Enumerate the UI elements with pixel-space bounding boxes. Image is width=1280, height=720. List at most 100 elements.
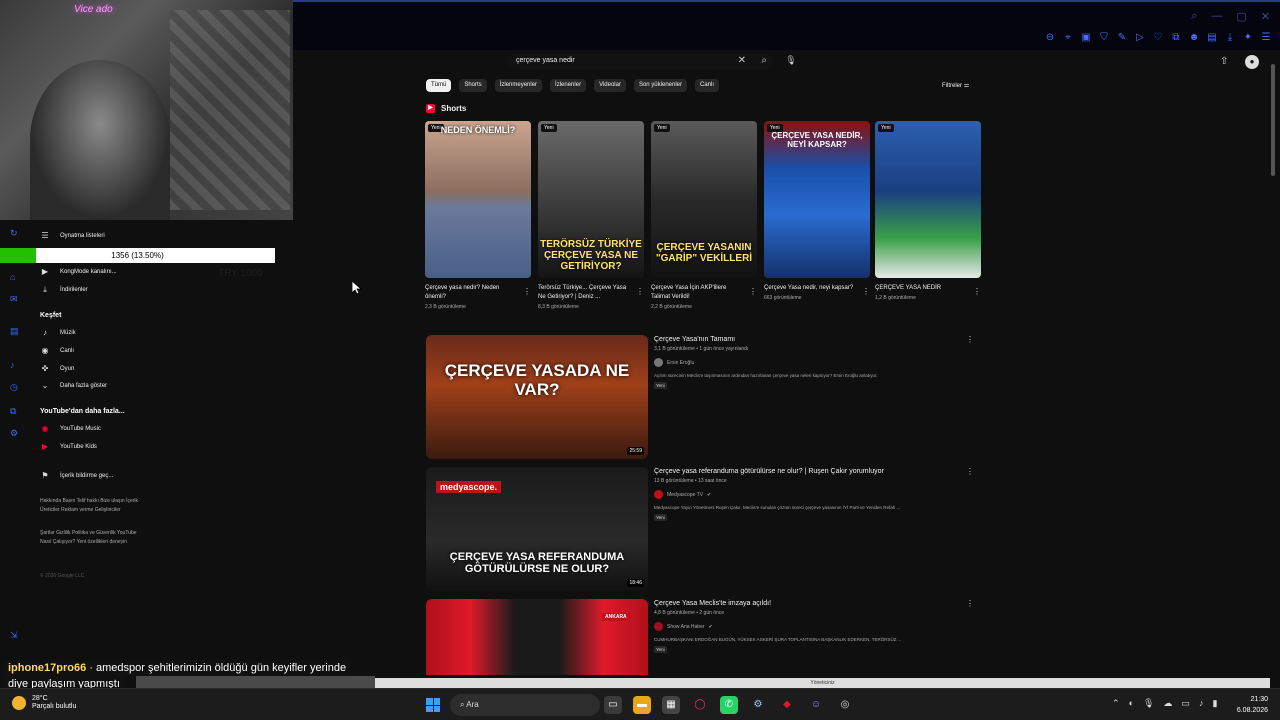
short-title[interactable]: Çerçeve Yasa nedir, neyi kapsar? bbox=[764, 284, 856, 293]
chip-unwatched[interactable]: İzlenmeyenler bbox=[494, 79, 543, 92]
short-title[interactable]: ÇERÇEVE YASA NEDİR bbox=[875, 284, 967, 293]
guide-footer-links[interactable]: Hakkında Basın Telif hakkı Bize ulaşın İ… bbox=[40, 497, 140, 515]
volume-icon[interactable]: ♪ bbox=[1199, 698, 1204, 709]
cloud-icon[interactable]: ☁ bbox=[1163, 698, 1172, 709]
chip-live[interactable]: Canlı bbox=[695, 79, 720, 92]
chevron-up-icon[interactable]: ⌃ bbox=[1112, 698, 1120, 709]
video-channel[interactable]: Ersin Eroğlu bbox=[654, 358, 964, 367]
video-thumbnail[interactable]: medyascope. ÇERÇEVE YASA REFERANDUMA GÖT… bbox=[426, 467, 648, 591]
obs-icon[interactable]: ◎ bbox=[836, 696, 854, 714]
menu-icon[interactable]: ☰ bbox=[1260, 32, 1272, 44]
video-thumbnail[interactable]: ÇERÇEVE YASADA NE VAR? 25:59 bbox=[426, 335, 648, 459]
battery-icon[interactable]: ▮ bbox=[1212, 698, 1217, 709]
crop-icon[interactable]: ▣ bbox=[1080, 32, 1092, 44]
short-thumbnail[interactable]: Yeni TERÖRSÜZ TÜRKİYE ÇERÇEVE YASA NE GE… bbox=[538, 121, 644, 278]
more-options-icon[interactable]: ⋮ bbox=[749, 287, 757, 296]
short-thumbnail[interactable]: Yeni NEDEN ÖNEMLİ? bbox=[425, 121, 531, 278]
zoom-out-icon[interactable]: ⊖ bbox=[1044, 32, 1056, 44]
search-box[interactable]: çerçeve yasa nedir ✕ ⌕ bbox=[508, 53, 773, 69]
short-thumbnail[interactable]: Yeni ÇERÇEVE YASANIN "GARİP" VEKİLLERİ bbox=[651, 121, 757, 278]
upload-icon[interactable]: ⇧ bbox=[1220, 56, 1228, 67]
shield-icon[interactable]: ⛉ bbox=[1098, 32, 1110, 44]
more-options-icon[interactable]: ⋮ bbox=[636, 287, 644, 296]
maximize-icon[interactable]: ▢ bbox=[1236, 10, 1246, 23]
close-icon[interactable]: ✕ bbox=[1261, 10, 1270, 23]
short-card[interactable]: Yeni TERÖRSÜZ TÜRKİYE ÇERÇEVE YASA NE GE… bbox=[538, 121, 644, 310]
opera-icon[interactable]: ◯ bbox=[691, 696, 709, 714]
profile-icon[interactable]: ☻ bbox=[1188, 32, 1200, 44]
sidebar-toggle-icon[interactable]: ⇲ bbox=[10, 630, 20, 640]
minimize-icon[interactable]: — bbox=[1211, 10, 1222, 23]
video-channel[interactable]: Show Ana Haber ✔ bbox=[654, 622, 964, 631]
heart-icon[interactable]: ♡ bbox=[1152, 32, 1164, 44]
guide-item-yt-kids[interactable]: ▶ YouTube Kids bbox=[40, 442, 97, 451]
play-icon[interactable]: ▷ bbox=[1134, 32, 1146, 44]
weather-widget[interactable]: 28°C Parçalı bulutlu bbox=[12, 695, 76, 711]
music-rail-icon[interactable]: ♪ bbox=[10, 360, 20, 370]
guide-item-gaming[interactable]: ✜ Oyun bbox=[40, 364, 75, 373]
short-thumbnail[interactable]: Yeni bbox=[875, 121, 981, 278]
edit-icon[interactable]: ✎ bbox=[1116, 32, 1128, 44]
search-input[interactable]: çerçeve yasa nedir bbox=[516, 57, 575, 64]
network-icon[interactable]: ▭ bbox=[1181, 698, 1190, 709]
store-icon[interactable]: ▦ bbox=[662, 696, 680, 714]
twitch-icon[interactable]: ▤ bbox=[10, 326, 20, 336]
mail-icon[interactable]: ✉ bbox=[10, 294, 20, 304]
extensions-icon[interactable]: ⧉ bbox=[1170, 32, 1182, 44]
chip-all[interactable]: Tümü bbox=[426, 79, 452, 92]
search-icon[interactable]: ⌕ bbox=[1191, 10, 1197, 23]
video-result[interactable]: ANKARA Çerçeve Yasa Meclis'te imzaya açı… bbox=[426, 599, 982, 675]
video-thumbnail[interactable]: ANKARA bbox=[426, 599, 648, 675]
guide-item-show-more[interactable]: ⌄ Daha fazla göster bbox=[40, 381, 107, 390]
page-scrollbar[interactable] bbox=[1270, 52, 1276, 674]
pin-icon[interactable]: ⌖ bbox=[1062, 32, 1074, 44]
guide-footer-policy[interactable]: Şartlar Gizlilik Politika ve Güvenlik Yo… bbox=[40, 529, 140, 547]
short-card[interactable]: Yeni ÇERÇEVE YASA NEDİR 1,2 B görüntülem… bbox=[875, 121, 981, 301]
more-options-icon[interactable]: ⋮ bbox=[966, 335, 974, 344]
more-options-icon[interactable]: ⋮ bbox=[966, 599, 974, 608]
steam-icon[interactable]: ⚙ bbox=[749, 696, 767, 714]
taskbar-search[interactable]: ⌕ Ara bbox=[450, 694, 600, 716]
chip-videos[interactable]: Videolar bbox=[594, 79, 626, 92]
avatar[interactable]: ● bbox=[1245, 55, 1259, 69]
more-options-icon[interactable]: ⋮ bbox=[862, 287, 870, 296]
clear-search-icon[interactable]: ✕ bbox=[738, 55, 746, 66]
task-view-icon[interactable]: ▭ bbox=[604, 696, 622, 714]
guide-item-playlists[interactable]: ☰ Oynatma listeleri bbox=[40, 231, 104, 240]
wallet-icon[interactable]: ▤ bbox=[1206, 32, 1218, 44]
chip-shorts[interactable]: Shorts bbox=[459, 79, 487, 92]
short-card[interactable]: Yeni ÇERÇEVE YASANIN "GARİP" VEKİLLERİ Ç… bbox=[651, 121, 757, 310]
discord-icon[interactable]: ☺ bbox=[807, 696, 825, 714]
short-title[interactable]: Çerçeve yasa nedir? Neden önemli? bbox=[425, 284, 517, 302]
short-title[interactable]: Çerçeve Yasa İçin AKP'lilere Talimat Ver… bbox=[651, 284, 743, 302]
settings-icon[interactable]: ⚙ bbox=[10, 428, 20, 438]
ai-icon[interactable]: ✦ bbox=[1242, 32, 1254, 44]
video-title[interactable]: Çerçeve yasa referanduma götürülürse ne … bbox=[654, 467, 964, 477]
file-explorer-icon[interactable]: ▬ bbox=[633, 696, 651, 714]
whatsapp-icon[interactable]: ✆ bbox=[720, 696, 738, 714]
short-title[interactable]: Terörsüz Türkiye... Çerçeve Yasa Ne Geti… bbox=[538, 284, 630, 302]
start-button[interactable] bbox=[426, 698, 440, 712]
guide-item-channel[interactable]: ▶ KongMode kanalını... bbox=[40, 267, 117, 276]
chip-watched[interactable]: İzlenenler bbox=[550, 79, 587, 92]
puzzle-icon[interactable]: ⧉ bbox=[10, 406, 20, 416]
tray-app-icon[interactable]: ◐ bbox=[1129, 698, 1134, 709]
mic-icon[interactable]: 🎙 bbox=[784, 55, 798, 69]
home-icon[interactable]: ⌂ bbox=[10, 272, 20, 282]
video-result[interactable]: medyascope. ÇERÇEVE YASA REFERANDUMA GÖT… bbox=[426, 467, 982, 591]
app-red-icon[interactable]: ◆ bbox=[778, 696, 796, 714]
video-channel[interactable]: Medyascope TV ✔ bbox=[654, 490, 964, 499]
chip-recent[interactable]: Son yüklenenler bbox=[633, 79, 687, 92]
guide-item-music[interactable]: ♪ Müzik bbox=[40, 328, 76, 337]
short-thumbnail[interactable]: Yeni ÇERÇEVE YASA NEDİR, NEYİ KAPSAR? bbox=[764, 121, 870, 278]
video-result[interactable]: ÇERÇEVE YASADA NE VAR? 25:59 Çerçeve Yas… bbox=[426, 335, 982, 459]
download-icon[interactable]: ⤓ bbox=[1224, 32, 1236, 44]
guide-item-report[interactable]: ⚑ İçerik bildirme geç... bbox=[40, 471, 113, 480]
more-options-icon[interactable]: ⋮ bbox=[973, 287, 981, 296]
guide-item-live[interactable]: ◉ Canlı bbox=[40, 346, 75, 355]
filters-button[interactable]: Filtreler ⚌ bbox=[942, 82, 969, 89]
guide-item-yt-music[interactable]: ◉ YouTube Music bbox=[40, 424, 101, 433]
history-icon[interactable]: ◷ bbox=[10, 382, 20, 392]
short-card[interactable]: Yeni NEDEN ÖNEMLİ? Çerçeve yasa nedir? N… bbox=[425, 121, 531, 310]
guide-item-downloads[interactable]: ⤓ İndirilenler bbox=[40, 285, 87, 295]
